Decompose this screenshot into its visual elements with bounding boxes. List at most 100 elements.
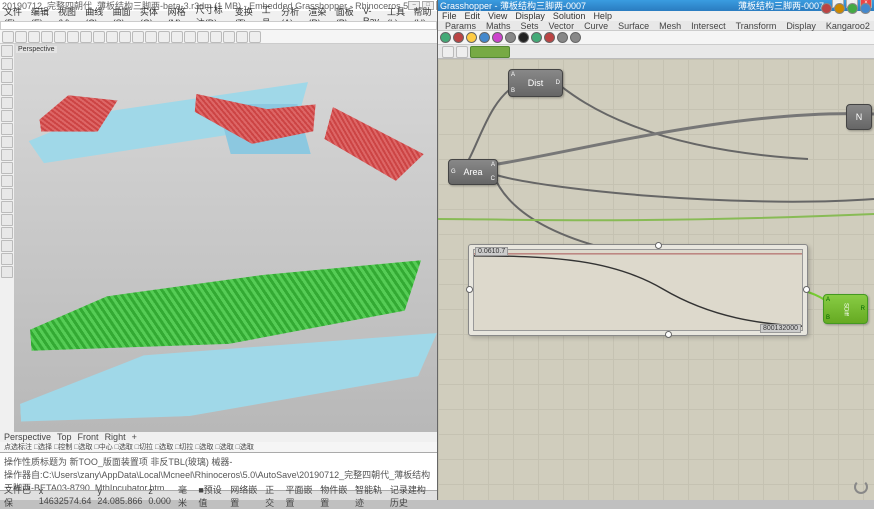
menu-item[interactable]: Display [515,11,545,21]
compass-icon[interactable] [854,480,868,494]
component-icon[interactable] [440,32,451,43]
rhino-command-input[interactable] [0,21,437,30]
side-tool[interactable] [1,253,13,265]
node-number[interactable]: N [846,104,872,130]
tool-button[interactable] [171,31,183,43]
component-icon[interactable] [466,32,477,43]
tool-button[interactable] [249,31,261,43]
side-tool[interactable] [1,84,13,96]
node-area[interactable]: G Area A C [448,159,498,185]
tool-button[interactable] [132,31,144,43]
side-tool[interactable] [1,110,13,122]
status-item[interactable]: 平面嵌置 [285,483,314,509]
preview-shade-icon[interactable] [847,3,858,14]
tool-button[interactable] [106,31,118,43]
side-tool[interactable] [1,97,13,109]
open-button[interactable] [442,46,454,58]
menu-item[interactable]: Edit [465,11,481,21]
component-icon[interactable] [557,32,568,43]
preview-red-icon[interactable] [821,3,832,14]
tool-button[interactable] [210,31,222,43]
component-icon[interactable] [492,32,503,43]
viewport-label[interactable]: Perspective [16,46,57,53]
tool-button[interactable] [184,31,196,43]
graph-mapper[interactable]: 0.0610.7 800132000 [468,244,808,336]
gh-tab[interactable]: Params [442,21,479,31]
tool-button[interactable] [158,31,170,43]
component-icon[interactable] [531,32,542,43]
osnap-row[interactable]: 点选标注 □选择 □控制 □选取 □中心 □选取 □切拉 □选取 □切拉 □选取… [0,442,437,452]
tool-button[interactable] [145,31,157,43]
status-item[interactable]: 物件嵌置 [320,483,349,509]
tool-button[interactable] [28,31,40,43]
tool-button[interactable] [41,31,53,43]
status-item[interactable]: 网络嵌置 [230,483,259,509]
component-icon[interactable] [505,32,516,43]
node-distance[interactable]: A B Dist D [508,69,563,97]
component-icon[interactable] [479,32,490,43]
viewport-tab[interactable]: Right [105,432,126,442]
gh-tab[interactable]: Mesh [656,21,684,31]
zoom-slider[interactable] [470,46,510,58]
side-tool[interactable] [1,149,13,161]
side-tool[interactable] [1,214,13,226]
gh-canvas[interactable]: A B Dist D G Area A C N A B SDiff R [438,59,874,500]
gh-tab[interactable]: Curve [581,21,611,31]
side-tool[interactable] [1,240,13,252]
viewport-tab[interactable]: Perspective [4,432,51,442]
tool-button[interactable] [54,31,66,43]
graph-handle[interactable] [803,286,810,293]
tool-button[interactable] [80,31,92,43]
close-button[interactable]: × [436,1,437,10]
tool-button[interactable] [67,31,79,43]
viewport-tab[interactable]: Front [78,432,99,442]
tool-button[interactable] [93,31,105,43]
gh-tab[interactable]: Transform [733,21,780,31]
menu-item[interactable]: Help [593,11,612,21]
gh-tab[interactable]: Kangaroo2 [823,21,873,31]
tool-button[interactable] [119,31,131,43]
side-tool[interactable] [1,58,13,70]
component-icon[interactable] [518,32,529,43]
save-button[interactable] [456,46,468,58]
gh-tab[interactable]: Intersect [688,21,729,31]
component-icon[interactable] [570,32,581,43]
gh-tab[interactable]: Display [783,21,819,31]
preview-blue-icon[interactable] [860,3,871,14]
menu-item[interactable]: Solution [553,11,586,21]
tool-button[interactable] [2,31,14,43]
side-tool[interactable] [1,175,13,187]
gh-titlebar[interactable]: Grasshopper - 薄板结构三脚两-0007 薄板结构三脚两-0007 … [438,0,874,11]
viewport-tab[interactable]: Top [57,432,72,442]
side-tool[interactable] [1,136,13,148]
gh-tab[interactable]: Sets [518,21,542,31]
side-tool[interactable] [1,71,13,83]
graph-area[interactable] [473,249,803,331]
side-tool[interactable] [1,123,13,135]
side-tool[interactable] [1,227,13,239]
node-sdiff[interactable]: A B SDiff R [823,294,868,324]
graph-handle[interactable] [466,286,473,293]
gh-tab[interactable]: Maths [483,21,514,31]
component-icon[interactable] [544,32,555,43]
side-tool[interactable] [1,188,13,200]
status-item[interactable]: 正交 [265,483,279,509]
tool-button[interactable] [197,31,209,43]
menu-item[interactable]: View [488,11,507,21]
side-tool[interactable] [1,162,13,174]
rhino-viewport[interactable]: Perspective [14,44,437,432]
side-tool[interactable] [1,266,13,278]
gh-tab[interactable]: Vector [546,21,578,31]
menu-item[interactable]: File [442,11,457,21]
tool-button[interactable] [15,31,27,43]
status-item[interactable]: 智能轨迹 [355,483,384,509]
gh-tab[interactable]: Surface [615,21,652,31]
status-item[interactable]: 记录建构历史 [390,483,433,509]
side-tool[interactable] [1,45,13,57]
component-icon[interactable] [453,32,464,43]
graph-handle[interactable] [665,331,672,338]
tool-button[interactable] [236,31,248,43]
preview-wire-icon[interactable] [834,3,845,14]
tool-button[interactable] [223,31,235,43]
side-tool[interactable] [1,201,13,213]
